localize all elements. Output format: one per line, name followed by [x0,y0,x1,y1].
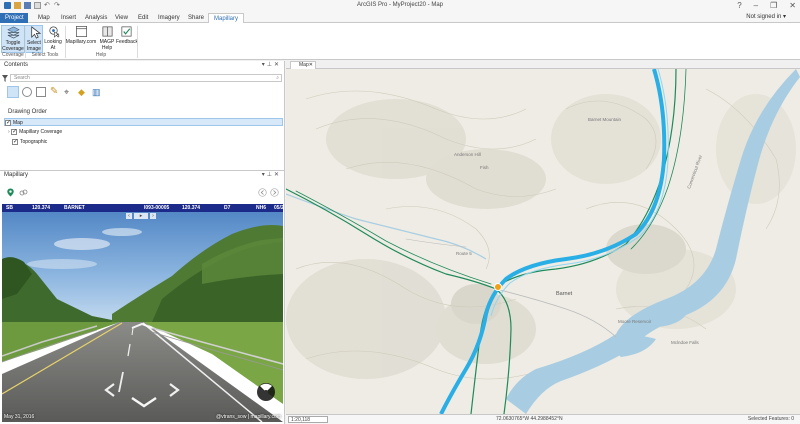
mapillary-header: Mapillary ▾⊥✕ [0,170,284,179]
mapillary-pane: Mapillary ▾⊥✕ SB 120.374 BARNET I093-000… [0,170,285,424]
map-status-bar: 1:20,118 72.0630765°W 44.2988452°N Selec… [286,414,800,424]
layer-checkbox[interactable] [5,119,11,127]
list-by-editing-icon[interactable]: ✎ [50,87,60,97]
pane-controls: ▾⊥✕ [262,61,281,70]
image-credit[interactable]: @vtrans_sow | mapillary.com [216,414,281,420]
map-canvas[interactable]: Barnet Mountain Anderson Hill Fish Barne… [286,69,800,414]
pane-controls: ▾⊥✕ [262,171,281,180]
coordinates-readout: 72.0630765°W 44.2988452°N [496,416,563,422]
filter-icon[interactable] [2,75,8,82]
group-coverage-label: Coverage [2,52,24,58]
selected-features-count: Selected Features: 0 [747,416,794,422]
label-barnet-mountain: Barnet Mountain [588,117,622,122]
label-moore-reservoir: Moore Reservoir [618,319,652,324]
contents-filter-row: Search ⌕ [2,74,282,83]
eye-target-icon [48,26,59,38]
street-level-image[interactable]: SB 120.374 BARNET I093-00005 120.374 D7 … [2,204,283,422]
layers-icon [6,26,20,39]
tab-edit[interactable]: Edit [133,13,153,23]
layer-map[interactable]: Map [4,118,283,127]
checkbox-feedback-icon [120,26,132,37]
contents-search-input[interactable]: Search ⌕ [10,74,282,82]
location-pin-icon[interactable] [6,188,15,197]
map-tab-bar: Map ✕ [286,61,800,69]
layer-checkbox[interactable] [12,138,18,146]
mapillary-toolbar [6,186,281,200]
list-by-labeling-icon[interactable]: ◆ [78,87,88,97]
label-anderson-hill: Anderson Hill [454,152,481,157]
ribbon-tabs: Project Map Insert Analysis View Edit Im… [0,12,800,23]
pin-icon[interactable]: ⊥ [267,172,274,178]
mapillary-com-button[interactable]: Mapillary.com [64,25,98,46]
close-tab-icon[interactable]: ✕ [309,62,313,69]
toggle-coverage-button[interactable]: Toggle Coverage [1,25,25,53]
label-fish: Fish [480,165,489,170]
prev-sequence-icon[interactable]: ‹ [126,213,132,219]
list-by-snapping-icon[interactable]: ⌖ [64,87,74,97]
tab-analysis[interactable]: Analysis [80,13,112,23]
image-nav-controls: ‹ ▸ › [126,213,156,219]
group-help-label: Help [95,52,107,58]
pin-icon[interactable]: ⊥ [267,62,274,68]
magp-help-button[interactable]: MAGP Help [97,25,117,51]
list-by-data-source-icon[interactable] [22,87,32,97]
play-icon[interactable]: ▸ [134,213,148,219]
group-select-tools-label: Select Tools [31,52,59,58]
ribbon-separator [25,26,26,58]
list-by-charts-icon[interactable]: ▥ [92,87,102,97]
ribbon-separator [137,26,138,58]
select-image-button[interactable]: Select Image [25,25,43,53]
cursor-icon [30,26,41,39]
contents-title: Contents [4,62,29,68]
tab-mapillary[interactable]: Mapillary [208,13,245,23]
looking-at-button[interactable]: Looking At [43,25,63,51]
book-icon [101,26,113,37]
image-date: May 31, 2016 [4,414,35,420]
list-by-drawing-order-icon[interactable] [7,86,19,98]
search-icon: ⌕ [276,75,279,81]
selected-image-marker[interactable] [494,283,502,291]
web-page-icon [75,26,87,37]
minimize-icon[interactable]: – [754,1,758,10]
layer-checkbox[interactable] [11,128,17,136]
link-icon[interactable] [19,188,28,197]
user-status[interactable]: Not signed in ▾ [746,13,786,20]
drawing-order-heading: Drawing Order [8,109,48,115]
feedback-button[interactable]: Feedback [116,25,138,46]
label-barnet: Barnet [556,291,573,297]
layer-mapillary-coverage[interactable]: › Mapillary Coverage [8,128,62,136]
tab-imagery[interactable]: Imagery [153,13,185,23]
help-icon[interactable]: ? [737,1,741,10]
layer-topographic[interactable]: Topographic [12,138,47,146]
list-by-selection-icon[interactable] [36,87,46,97]
map-tab[interactable]: Map ✕ [290,61,316,69]
tab-map[interactable]: Map [33,13,55,23]
contents-view-toolbar: ✎ ⌖ ◆ ▥ [7,86,102,98]
map-view[interactable]: Map ✕ Barnet Mountain Anderson Hill Fish… [286,61,800,424]
next-sequence-icon[interactable]: › [150,213,156,219]
image-info-bar: SB 120.374 BARNET I093-00005 120.374 D7 … [2,204,283,212]
mapillary-title: Mapillary [4,172,29,178]
contents-header: Contents ▾⊥✕ [0,61,284,70]
ribbon: Toggle Coverage Select Image Looking At … [0,23,800,60]
next-image-icon[interactable] [270,188,279,197]
label-route: Route 5 [456,251,472,256]
previous-image-icon[interactable] [258,188,267,197]
close-pane-icon[interactable]: ✕ [274,62,281,68]
label-mcindoe-falls: Mclndoe Falls [671,340,700,345]
tab-project[interactable]: Project [0,13,28,23]
close-pane-icon[interactable]: ✕ [274,172,281,178]
maximize-icon[interactable]: ❐ [770,1,777,10]
window-controls: ? – ❐ ✕ [737,1,796,10]
tab-insert[interactable]: Insert [56,13,81,23]
contents-pane: Contents ▾⊥✕ Search ⌕ ✎ ⌖ ◆ ▥ Drawing Or… [0,61,285,170]
tab-share[interactable]: Share [183,13,209,23]
scale-selector[interactable]: 1:20,118 [288,416,328,423]
window-title: ArcGIS Pro - MyProject20 - Map [356,2,444,8]
expand-icon[interactable]: › [8,129,10,135]
tab-view[interactable]: View [110,13,133,23]
title-bar: ↶ ↷ ArcGIS Pro - MyProject20 - Map ? – ❐… [0,0,800,12]
close-icon[interactable]: ✕ [789,1,796,10]
street-photo [2,204,283,422]
